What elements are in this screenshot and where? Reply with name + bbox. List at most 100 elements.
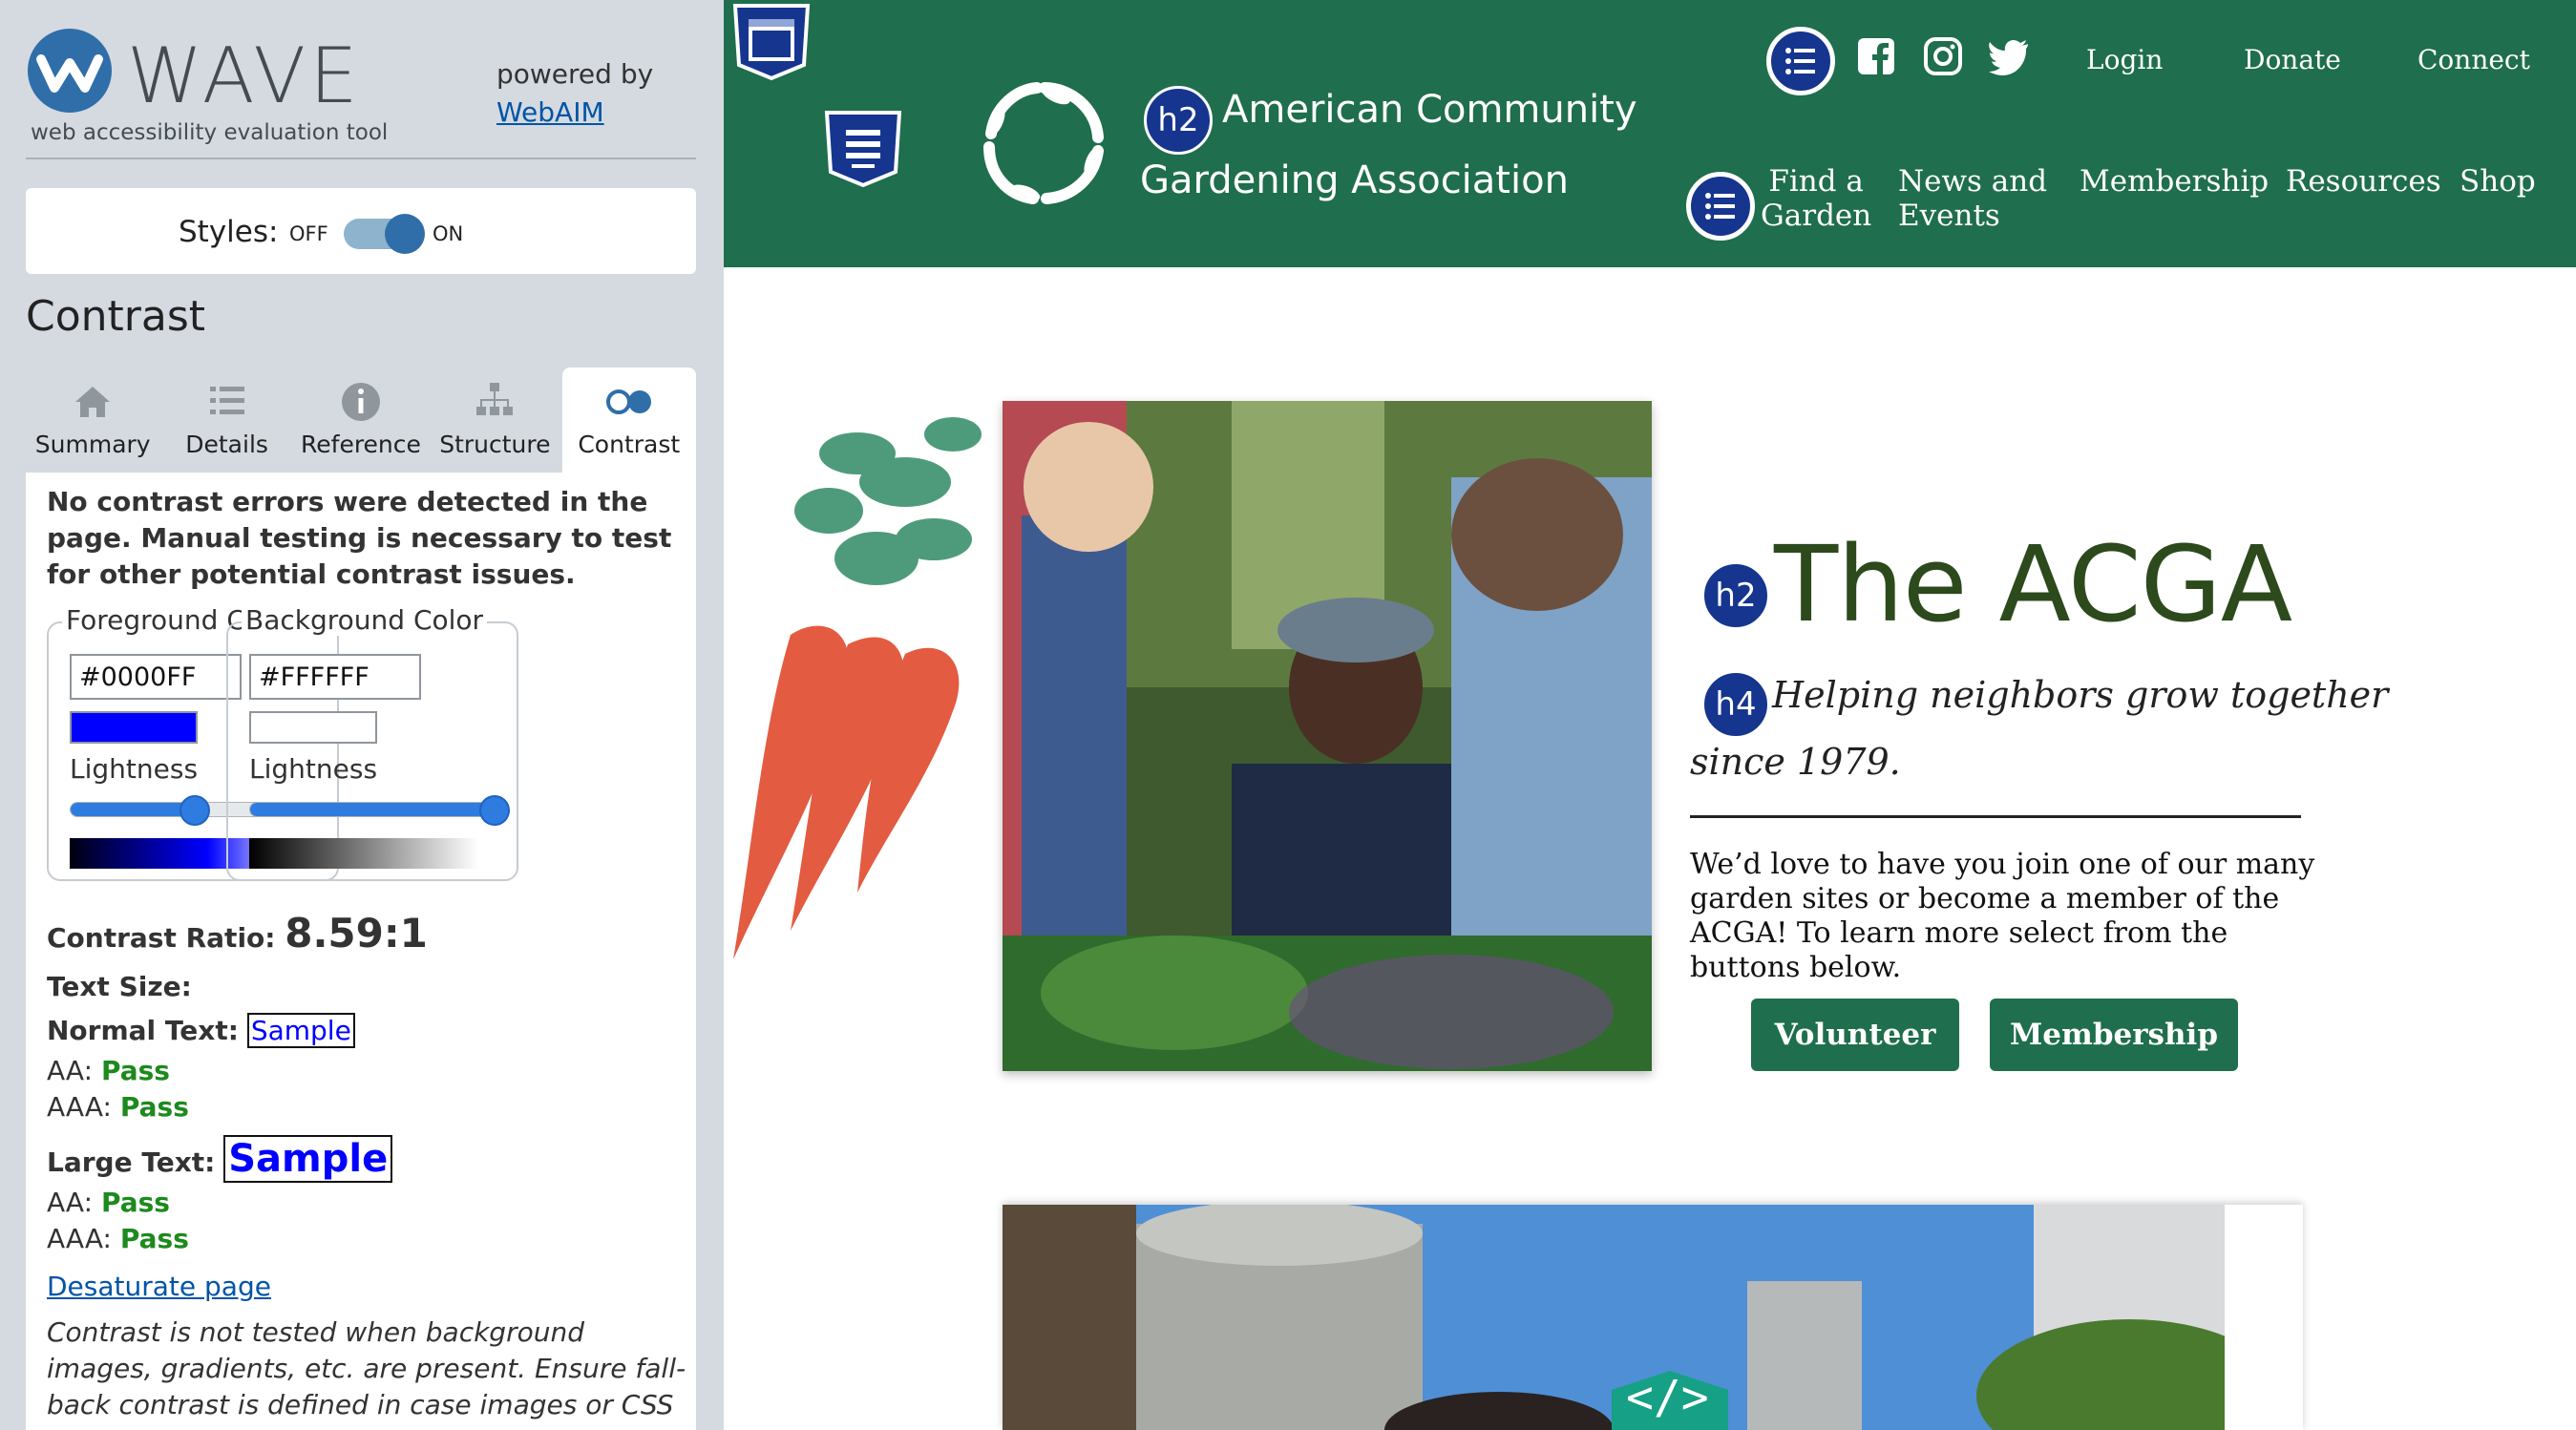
code-badge-label: </> xyxy=(1626,1371,1709,1424)
tab-label: Structure xyxy=(439,431,551,458)
nav-login[interactable]: Login xyxy=(2086,44,2163,75)
divider xyxy=(1690,815,2301,818)
contrast-ratio-label: Contrast Ratio: xyxy=(47,922,276,954)
nav-line: Garden xyxy=(1761,199,1872,233)
background-slider-knob[interactable] xyxy=(478,795,510,826)
background-hex-input[interactable] xyxy=(249,654,421,700)
info-icon xyxy=(341,383,380,421)
wave-list-icon[interactable] xyxy=(1686,172,1755,241)
instagram-icon[interactable] xyxy=(1921,34,1965,78)
tab-label: Reference xyxy=(301,431,421,458)
tab-structure[interactable]: Structure xyxy=(428,368,561,473)
twitter-icon[interactable] xyxy=(1988,34,2032,78)
foreground-lightness-label: Lightness xyxy=(70,753,199,785)
website-content: h2 American Community Gardening Associat… xyxy=(724,0,2576,1430)
nav-connect[interactable]: Connect xyxy=(2418,44,2530,75)
large-text-label: Large Text: xyxy=(47,1146,216,1178)
contrast-message: No contrast errors were detected in the … xyxy=(47,486,672,590)
large-aa-row: AA: Pass xyxy=(47,1187,170,1218)
facebook-icon[interactable] xyxy=(1854,34,1898,78)
normal-aaa-row: AAA: Pass xyxy=(47,1091,189,1123)
background-lightness-label: Lightness xyxy=(249,753,378,785)
background-legend: Background Color xyxy=(242,604,488,636)
nav-shop[interactable]: Shop xyxy=(2460,164,2536,199)
gardeners-photo xyxy=(1003,401,1652,1071)
powered-by-label: powered by xyxy=(496,58,654,90)
background-lightness-gradient xyxy=(249,838,478,869)
acga-logo-icon[interactable] xyxy=(978,74,1111,212)
tab-summary[interactable]: Summary xyxy=(26,368,159,473)
wave-sidebar: WAVE web accessibility evaluation tool p… xyxy=(0,0,724,1430)
normal-aa-row: AA: Pass xyxy=(47,1055,170,1086)
powered-by: powered by WebAIM xyxy=(496,55,653,132)
wave-logo-icon xyxy=(26,27,114,115)
list-icon xyxy=(209,387,244,414)
toggle-on-label: ON xyxy=(433,222,464,245)
pass-status: Pass xyxy=(119,1091,189,1123)
membership-button[interactable]: Membership xyxy=(1990,999,2238,1071)
contrast-panel: No contrast errors were detected in the … xyxy=(26,473,696,1430)
normal-text-label: Normal Text: xyxy=(47,1015,239,1046)
styles-toggle-box: Styles: OFF ON xyxy=(26,188,696,274)
hero-title: The ACGA xyxy=(1774,523,2292,645)
normal-text-sample: Sample xyxy=(246,1013,355,1048)
background-lightness-slider[interactable] xyxy=(249,802,499,817)
contrast-ratio: Contrast Ratio: 8.59:1 xyxy=(47,910,428,957)
nav-line: Shop xyxy=(2460,164,2536,199)
volunteer-button[interactable]: Volunteer xyxy=(1751,999,1959,1071)
foreground-slider-knob[interactable] xyxy=(179,795,210,826)
text-size-label: Text Size: xyxy=(47,971,192,1002)
org-name-line1[interactable]: American Community xyxy=(1222,88,1637,132)
contrast-icon xyxy=(605,389,651,414)
h2-badge[interactable]: h2 xyxy=(1144,86,1213,155)
toggle-off-label: OFF xyxy=(289,222,328,245)
styles-toggle-knob[interactable] xyxy=(385,214,425,254)
webaim-link[interactable]: WebAIM xyxy=(496,94,653,132)
panel-title: Contrast xyxy=(26,292,206,341)
tab-label: Summary xyxy=(34,431,151,458)
nav-line: Membership xyxy=(2080,164,2270,199)
nav-find-a-garden[interactable]: Find a Garden xyxy=(1761,164,1871,233)
site-header: h2 American Community Gardening Associat… xyxy=(724,0,2576,267)
wave-landmark-icon[interactable] xyxy=(731,2,812,82)
nav-line: Events xyxy=(1898,199,2000,233)
nav-line: Resources xyxy=(2286,164,2441,199)
nav-line: News and xyxy=(1898,164,2048,199)
aaa-label: AAA: xyxy=(47,1223,112,1254)
large-text-sample: Sample xyxy=(223,1135,393,1183)
wave-list-icon[interactable] xyxy=(1766,27,1835,95)
aaa-label: AAA: xyxy=(47,1091,112,1123)
styles-label: Styles: xyxy=(179,215,279,249)
aa-label: AA: xyxy=(47,1187,94,1218)
pass-status: Pass xyxy=(119,1223,189,1254)
slider-fill xyxy=(250,803,496,816)
nav-membership[interactable]: Membership xyxy=(2080,164,2269,199)
h4-badge[interactable]: h4 xyxy=(1701,670,1770,739)
h2-badge[interactable]: h2 xyxy=(1701,561,1770,630)
nav-donate[interactable]: Donate xyxy=(2244,44,2341,75)
nav-resources[interactable]: Resources xyxy=(2286,164,2441,199)
tab-details[interactable]: Details xyxy=(159,368,293,473)
tab-reference[interactable]: Reference xyxy=(294,368,428,473)
wave-tabs: Summary Details Reference Structure Cont… xyxy=(26,368,696,473)
tab-label: Contrast xyxy=(578,431,681,458)
wave-list-icon[interactable] xyxy=(823,109,903,189)
desaturate-link[interactable]: Desaturate page xyxy=(47,1271,271,1302)
contrast-note: Contrast is not tested when background i… xyxy=(47,1316,686,1430)
large-aaa-row: AAA: Pass xyxy=(47,1223,189,1254)
foreground-swatch xyxy=(70,711,198,744)
tab-label: Details xyxy=(185,431,268,458)
nav-line: Find a xyxy=(1768,164,1864,199)
hero-tagline: Helping neighbors grow together xyxy=(1772,674,2389,716)
home-icon xyxy=(75,387,111,417)
slider-fill xyxy=(71,803,196,816)
nav-news-and-events[interactable]: News and Events xyxy=(1898,164,2047,233)
tab-contrast[interactable]: Contrast xyxy=(561,368,696,473)
intro-paragraph: We’d love to have you join one of our ma… xyxy=(1690,848,2315,984)
foreground-hex-input[interactable] xyxy=(70,654,242,700)
wave-subtitle: web accessibility evaluation tool xyxy=(31,120,389,145)
org-name-line2[interactable]: Gardening Association xyxy=(1140,158,1569,202)
divider xyxy=(26,158,696,159)
pass-status: Pass xyxy=(100,1187,170,1218)
wave-wordmark: WAVE xyxy=(127,32,362,120)
